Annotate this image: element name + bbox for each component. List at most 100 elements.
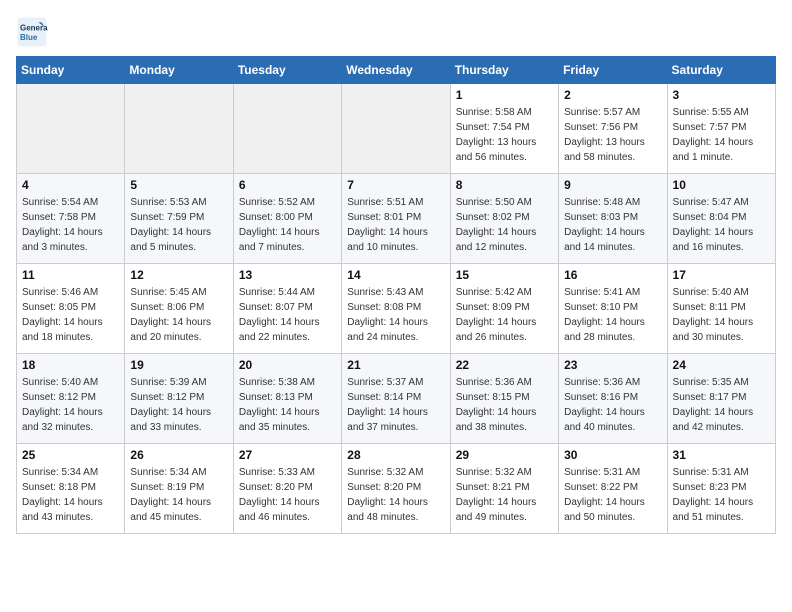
day-number: 25 xyxy=(22,448,119,462)
day-number: 19 xyxy=(130,358,227,372)
calendar-cell: 2 Sunrise: 5:57 AM Sunset: 7:56 PM Daylig… xyxy=(559,84,667,174)
day-number: 28 xyxy=(347,448,444,462)
calendar-table: SundayMondayTuesdayWednesdayThursdayFrid… xyxy=(16,56,776,534)
day-info: Sunrise: 5:58 AM Sunset: 7:54 PM Dayligh… xyxy=(456,105,553,165)
day-number: 9 xyxy=(564,178,661,192)
day-info: Sunrise: 5:44 AM Sunset: 8:07 PM Dayligh… xyxy=(239,285,336,345)
day-info: Sunrise: 5:53 AM Sunset: 7:59 PM Dayligh… xyxy=(130,195,227,255)
day-number: 3 xyxy=(673,88,770,102)
svg-text:Blue: Blue xyxy=(20,33,38,42)
calendar-cell: 12 Sunrise: 5:45 AM Sunset: 8:06 PM Dayli… xyxy=(125,264,233,354)
day-number: 12 xyxy=(130,268,227,282)
calendar-cell: 16 Sunrise: 5:41 AM Sunset: 8:10 PM Dayli… xyxy=(559,264,667,354)
day-info: Sunrise: 5:33 AM Sunset: 8:20 PM Dayligh… xyxy=(239,465,336,525)
day-info: Sunrise: 5:37 AM Sunset: 8:14 PM Dayligh… xyxy=(347,375,444,435)
day-number: 24 xyxy=(673,358,770,372)
day-number: 7 xyxy=(347,178,444,192)
calendar-cell: 19 Sunrise: 5:39 AM Sunset: 8:12 PM Dayli… xyxy=(125,354,233,444)
day-info: Sunrise: 5:39 AM Sunset: 8:12 PM Dayligh… xyxy=(130,375,227,435)
day-info: Sunrise: 5:57 AM Sunset: 7:56 PM Dayligh… xyxy=(564,105,661,165)
col-header-friday: Friday xyxy=(559,57,667,84)
day-info: Sunrise: 5:34 AM Sunset: 8:18 PM Dayligh… xyxy=(22,465,119,525)
day-info: Sunrise: 5:32 AM Sunset: 8:21 PM Dayligh… xyxy=(456,465,553,525)
day-number: 21 xyxy=(347,358,444,372)
calendar-cell: 15 Sunrise: 5:42 AM Sunset: 8:09 PM Dayli… xyxy=(450,264,558,354)
logo-icon: General Blue xyxy=(16,16,48,48)
day-number: 31 xyxy=(673,448,770,462)
day-number: 26 xyxy=(130,448,227,462)
day-info: Sunrise: 5:36 AM Sunset: 8:15 PM Dayligh… xyxy=(456,375,553,435)
calendar-cell: 24Sunrise: 5:35 AM Sunset: 8:17 PM Dayli… xyxy=(667,354,775,444)
day-number: 30 xyxy=(564,448,661,462)
calendar-cell: 10 Sunrise: 5:47 AM Sunset: 8:04 PM Dayli… xyxy=(667,174,775,264)
calendar-cell: 17Sunrise: 5:40 AM Sunset: 8:11 PM Dayli… xyxy=(667,264,775,354)
day-number: 29 xyxy=(456,448,553,462)
day-info: Sunrise: 5:52 AM Sunset: 8:00 PM Dayligh… xyxy=(239,195,336,255)
week-row-2: 11Sunrise: 5:46 AM Sunset: 8:05 PM Dayli… xyxy=(17,264,776,354)
day-number: 10 xyxy=(673,178,770,192)
col-header-saturday: Saturday xyxy=(667,57,775,84)
calendar-cell: 21 Sunrise: 5:37 AM Sunset: 8:14 PM Dayli… xyxy=(342,354,450,444)
col-header-sunday: Sunday xyxy=(17,57,125,84)
calendar-cell: 1 Sunrise: 5:58 AM Sunset: 7:54 PM Daylig… xyxy=(450,84,558,174)
day-info: Sunrise: 5:54 AM Sunset: 7:58 PM Dayligh… xyxy=(22,195,119,255)
calendar-cell: 8Sunrise: 5:50 AM Sunset: 8:02 PM Daylig… xyxy=(450,174,558,264)
calendar-cell: 7Sunrise: 5:51 AM Sunset: 8:01 PM Daylig… xyxy=(342,174,450,264)
calendar-cell: 28Sunrise: 5:32 AM Sunset: 8:20 PM Dayli… xyxy=(342,444,450,534)
day-info: Sunrise: 5:40 AM Sunset: 8:11 PM Dayligh… xyxy=(673,285,770,345)
calendar-cell xyxy=(17,84,125,174)
day-info: Sunrise: 5:41 AM Sunset: 8:10 PM Dayligh… xyxy=(564,285,661,345)
day-info: Sunrise: 5:42 AM Sunset: 8:09 PM Dayligh… xyxy=(456,285,553,345)
calendar-cell xyxy=(342,84,450,174)
calendar-body: 1 Sunrise: 5:58 AM Sunset: 7:54 PM Daylig… xyxy=(17,84,776,534)
calendar-cell: 3Sunrise: 5:55 AM Sunset: 7:57 PM Daylig… xyxy=(667,84,775,174)
day-number: 27 xyxy=(239,448,336,462)
calendar-cell: 26 Sunrise: 5:34 AM Sunset: 8:19 PM Dayli… xyxy=(125,444,233,534)
svg-text:General: General xyxy=(20,23,48,32)
day-number: 20 xyxy=(239,358,336,372)
header-row: SundayMondayTuesdayWednesdayThursdayFrid… xyxy=(17,57,776,84)
day-info: Sunrise: 5:48 AM Sunset: 8:03 PM Dayligh… xyxy=(564,195,661,255)
calendar-cell: 11Sunrise: 5:46 AM Sunset: 8:05 PM Dayli… xyxy=(17,264,125,354)
calendar-cell xyxy=(233,84,341,174)
day-number: 1 xyxy=(456,88,553,102)
calendar-cell: 29 Sunrise: 5:32 AM Sunset: 8:21 PM Dayli… xyxy=(450,444,558,534)
calendar-cell: 6 Sunrise: 5:52 AM Sunset: 8:00 PM Daylig… xyxy=(233,174,341,264)
calendar-cell: 14 Sunrise: 5:43 AM Sunset: 8:08 PM Dayli… xyxy=(342,264,450,354)
day-number: 13 xyxy=(239,268,336,282)
day-info: Sunrise: 5:50 AM Sunset: 8:02 PM Dayligh… xyxy=(456,195,553,255)
calendar-cell: 4 Sunrise: 5:54 AM Sunset: 7:58 PM Daylig… xyxy=(17,174,125,264)
logo: General Blue xyxy=(16,16,52,48)
day-number: 16 xyxy=(564,268,661,282)
calendar-cell: 27 Sunrise: 5:33 AM Sunset: 8:20 PM Dayli… xyxy=(233,444,341,534)
col-header-wednesday: Wednesday xyxy=(342,57,450,84)
day-info: Sunrise: 5:43 AM Sunset: 8:08 PM Dayligh… xyxy=(347,285,444,345)
week-row-3: 18Sunrise: 5:40 AM Sunset: 8:12 PM Dayli… xyxy=(17,354,776,444)
day-info: Sunrise: 5:31 AM Sunset: 8:22 PM Dayligh… xyxy=(564,465,661,525)
day-info: Sunrise: 5:45 AM Sunset: 8:06 PM Dayligh… xyxy=(130,285,227,345)
day-number: 18 xyxy=(22,358,119,372)
day-number: 6 xyxy=(239,178,336,192)
header: General Blue xyxy=(16,16,776,48)
calendar-cell: 9 Sunrise: 5:48 AM Sunset: 8:03 PM Daylig… xyxy=(559,174,667,264)
week-row-0: 1 Sunrise: 5:58 AM Sunset: 7:54 PM Daylig… xyxy=(17,84,776,174)
calendar-cell: 30 Sunrise: 5:31 AM Sunset: 8:22 PM Dayli… xyxy=(559,444,667,534)
calendar-cell: 22 Sunrise: 5:36 AM Sunset: 8:15 PM Dayli… xyxy=(450,354,558,444)
calendar-header: SundayMondayTuesdayWednesdayThursdayFrid… xyxy=(17,57,776,84)
col-header-thursday: Thursday xyxy=(450,57,558,84)
calendar-cell xyxy=(125,84,233,174)
day-info: Sunrise: 5:34 AM Sunset: 8:19 PM Dayligh… xyxy=(130,465,227,525)
day-number: 15 xyxy=(456,268,553,282)
day-info: Sunrise: 5:36 AM Sunset: 8:16 PM Dayligh… xyxy=(564,375,661,435)
calendar-cell: 23Sunrise: 5:36 AM Sunset: 8:16 PM Dayli… xyxy=(559,354,667,444)
col-header-tuesday: Tuesday xyxy=(233,57,341,84)
day-info: Sunrise: 5:47 AM Sunset: 8:04 PM Dayligh… xyxy=(673,195,770,255)
calendar-cell: 5Sunrise: 5:53 AM Sunset: 7:59 PM Daylig… xyxy=(125,174,233,264)
calendar-cell: 13 Sunrise: 5:44 AM Sunset: 8:07 PM Dayli… xyxy=(233,264,341,354)
day-number: 4 xyxy=(22,178,119,192)
day-number: 2 xyxy=(564,88,661,102)
calendar-cell: 25 Sunrise: 5:34 AM Sunset: 8:18 PM Dayli… xyxy=(17,444,125,534)
day-number: 14 xyxy=(347,268,444,282)
day-number: 22 xyxy=(456,358,553,372)
calendar-cell: 18Sunrise: 5:40 AM Sunset: 8:12 PM Dayli… xyxy=(17,354,125,444)
